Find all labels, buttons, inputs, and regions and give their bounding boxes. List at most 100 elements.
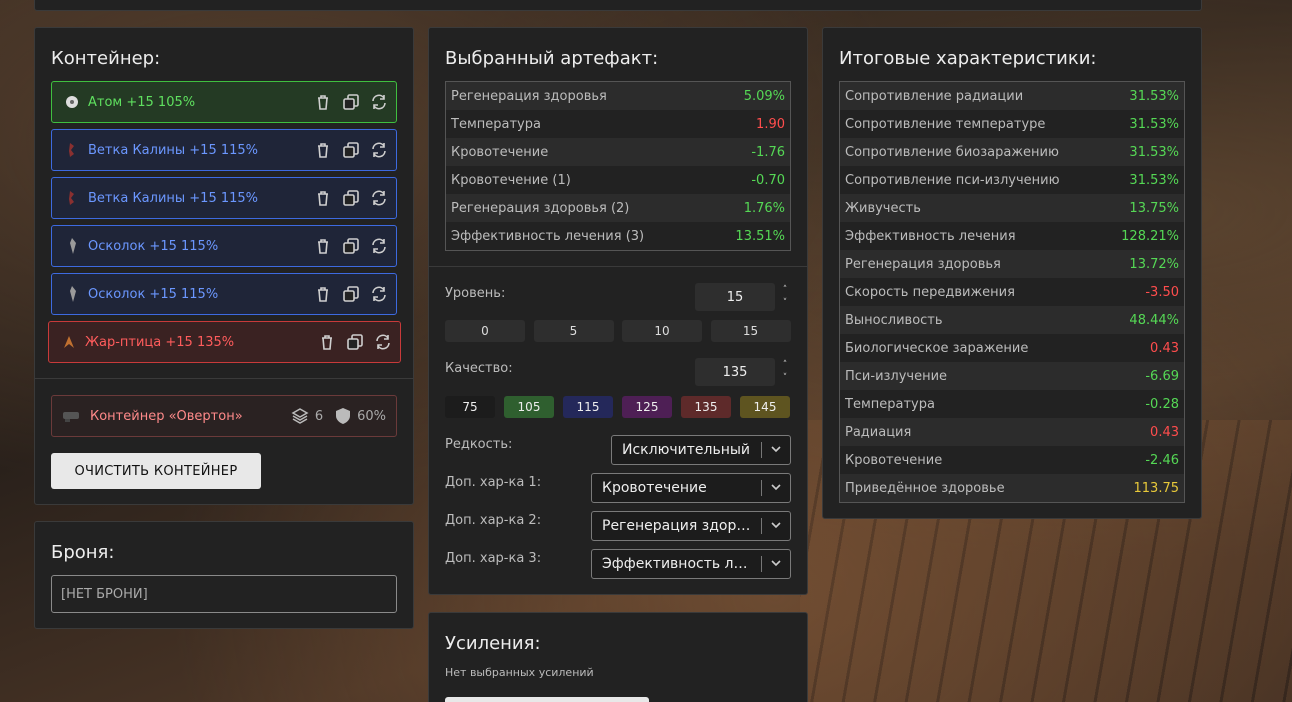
container-artifact-item[interactable]: Жар-птица +15 135% [48,321,401,363]
level-preset-button[interactable]: 10 [622,320,702,342]
clear-container-button[interactable]: ОЧИСТИТЬ КОНТЕЙНЕР [51,453,261,489]
extra1-select[interactable]: Кровотечение [591,473,791,503]
artifact-item-label: Атом +15 105% [88,94,196,110]
level-increment-icon[interactable]: ˄ [780,285,790,295]
stat-name: Температура [451,116,541,132]
trash-icon[interactable] [314,237,332,255]
extra3-select[interactable]: Эффективность лечения [591,549,791,579]
refresh-icon[interactable] [370,93,388,111]
trash-icon[interactable] [318,333,336,351]
top-bar [34,0,1202,11]
stat-name: Кровотечение (1) [451,172,571,188]
level-preset-button[interactable]: 0 [445,320,525,342]
rarity-select[interactable]: Исключительный [611,435,791,465]
stat-row: Пси-излучение -6.69 [840,362,1184,390]
stat-value: 13.72% [1129,256,1179,272]
container-item[interactable]: Контейнер «Овертон» 6 60% [51,395,397,437]
stat-value: 113.75 [1133,480,1180,496]
copy-icon[interactable] [346,333,364,351]
stat-row: Эффективность лечения 128.21% [840,222,1184,250]
trash-icon[interactable] [314,189,332,207]
stat-name: Приведённое здоровье [845,480,1005,496]
stat-value: 5.09% [743,88,785,104]
stat-value: -0.28 [1145,396,1179,412]
layers-icon [291,408,309,424]
container-icon [63,412,79,422]
extra2-select[interactable]: Регенерация здоровья [591,511,791,541]
stat-row: Радиация 0.43 [840,418,1184,446]
artifact-item-label: Ветка Калины +15 115% [88,142,259,158]
enhancements-empty-text: Нет выбранных усилений [445,666,594,679]
stat-row: Сопротивление температуре 31.53% [840,110,1184,138]
stat-name: Кровотечение [451,144,549,160]
quality-decrement-icon[interactable]: ˅ [780,373,790,383]
stat-name: Сопротивление температуре [845,116,1046,132]
quality-preset-button[interactable]: 105 [504,396,554,418]
atom-artifact-icon [66,96,78,108]
refresh-icon[interactable] [374,333,392,351]
stat-row: Биологическое заражение 0.43 [840,334,1184,362]
add-enhancement-button[interactable] [445,697,649,702]
quality-preset-button[interactable]: 135 [681,396,731,418]
container-title: Контейнер: [51,48,161,69]
stat-row: Регенерация здоровья 13.72% [840,250,1184,278]
level-preset-button[interactable]: 15 [710,320,791,342]
quality-preset-button[interactable]: 145 [740,396,790,418]
rarity-value: Исключительный [622,442,751,458]
refresh-icon[interactable] [370,141,388,159]
chevron-down-icon [771,484,781,491]
stat-name: Эффективность лечения [845,228,1016,244]
copy-icon[interactable] [342,141,360,159]
artifact-item-actions [314,93,388,111]
trash-icon[interactable] [314,93,332,111]
container-artifact-item[interactable]: Осколок +15 115% [51,225,397,267]
copy-icon[interactable] [342,189,360,207]
trash-icon[interactable] [314,141,332,159]
chevron-down-icon [771,560,781,567]
stat-row: Эффективность лечения (3) 13.51% [446,222,790,250]
refresh-icon[interactable] [370,189,388,207]
armor-panel: Броня: [НЕТ БРОНИ] [34,521,414,629]
container-artifact-item[interactable]: Ветка Калины +15 115% [51,129,397,171]
refresh-icon[interactable] [370,237,388,255]
quality-preset-button[interactable]: 115 [563,396,613,418]
quality-preset-button[interactable]: 75 [445,396,495,418]
artifact-item-actions [314,285,388,303]
extra3-label: Доп. хар-ка 3: [445,551,542,566]
quality-preset-button[interactable]: 125 [622,396,672,418]
artifact-stats-table: Регенерация здоровья 5.09% Температура 1.90… [445,81,791,251]
artifact-item-actions [314,141,388,159]
trash-icon[interactable] [314,285,332,303]
quality-increment-icon[interactable]: ˄ [780,360,790,370]
container-artifact-item[interactable]: Атом +15 105% [51,81,397,123]
stat-row: Кровотечение -2.46 [840,446,1184,474]
stat-name: Биологическое заражение [845,340,1029,356]
extra1-label: Доп. хар-ка 1: [445,475,542,490]
artifact-item-label: Ветка Калины +15 115% [88,190,259,206]
copy-icon[interactable] [342,285,360,303]
level-decrement-icon[interactable]: ˅ [780,298,790,308]
stat-value: 128.21% [1121,228,1179,244]
copy-icon[interactable] [342,93,360,111]
stat-value: -1.76 [751,144,785,160]
stat-value: 1.76% [743,200,785,216]
container-slots: 6 [314,408,324,424]
container-artifact-item[interactable]: Осколок +15 115% [51,273,397,315]
armor-selector[interactable]: [НЕТ БРОНИ] [51,575,397,613]
stat-value: 31.53% [1129,116,1179,132]
enhancements-title: Усиления: [445,633,541,654]
quality-input[interactable]: 135 [695,358,775,386]
level-input[interactable]: 15 [695,283,775,311]
selected-artifact-panel: Выбранный артефакт: Регенерация здоровья… [428,27,808,595]
stat-name: Температура [845,396,935,412]
copy-icon[interactable] [342,237,360,255]
refresh-icon[interactable] [370,285,388,303]
level-preset-button[interactable]: 5 [533,320,614,342]
container-artifact-item[interactable]: Ветка Калины +15 115% [51,177,397,219]
enhancements-panel: Усиления: Нет выбранных усилений [428,612,808,702]
artifact-item-actions [318,333,392,351]
stat-value: 31.53% [1129,172,1179,188]
totals-title: Итоговые характеристики: [839,48,1097,69]
container-item-label: Контейнер «Овертон» [90,408,243,424]
totals-panel: Итоговые характеристики: Сопротивление р… [822,27,1202,519]
